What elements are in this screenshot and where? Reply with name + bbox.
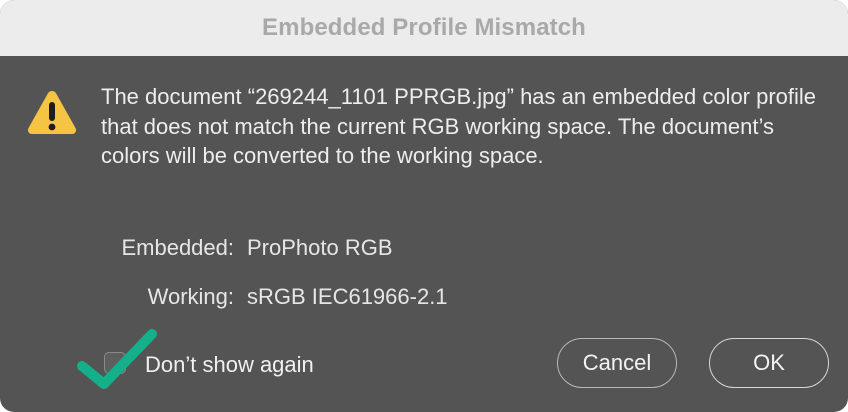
cancel-button[interactable]: Cancel bbox=[557, 338, 677, 388]
ok-button[interactable]: OK bbox=[709, 338, 829, 388]
dont-show-again-checkbox[interactable] bbox=[104, 352, 126, 374]
warning-triangle-icon bbox=[27, 91, 77, 134]
working-profile-value: sRGB IEC61966-2.1 bbox=[247, 284, 448, 309]
dialog-title: Embedded Profile Mismatch bbox=[262, 14, 586, 41]
embedded-profile-value: ProPhoto RGB bbox=[247, 235, 393, 260]
working-label: Working: bbox=[147, 284, 234, 309]
profile-mismatch-dialog: Embedded Profile Mismatch The document “… bbox=[0, 0, 848, 412]
dont-show-again-label[interactable]: Don’t show again bbox=[145, 351, 314, 379]
dialog-titlebar[interactable]: Embedded Profile Mismatch bbox=[0, 0, 848, 56]
embedded-label: Embedded: bbox=[121, 235, 234, 260]
dialog-message: The document “269244_1101 PPRGB.jpg” has… bbox=[101, 84, 817, 168]
